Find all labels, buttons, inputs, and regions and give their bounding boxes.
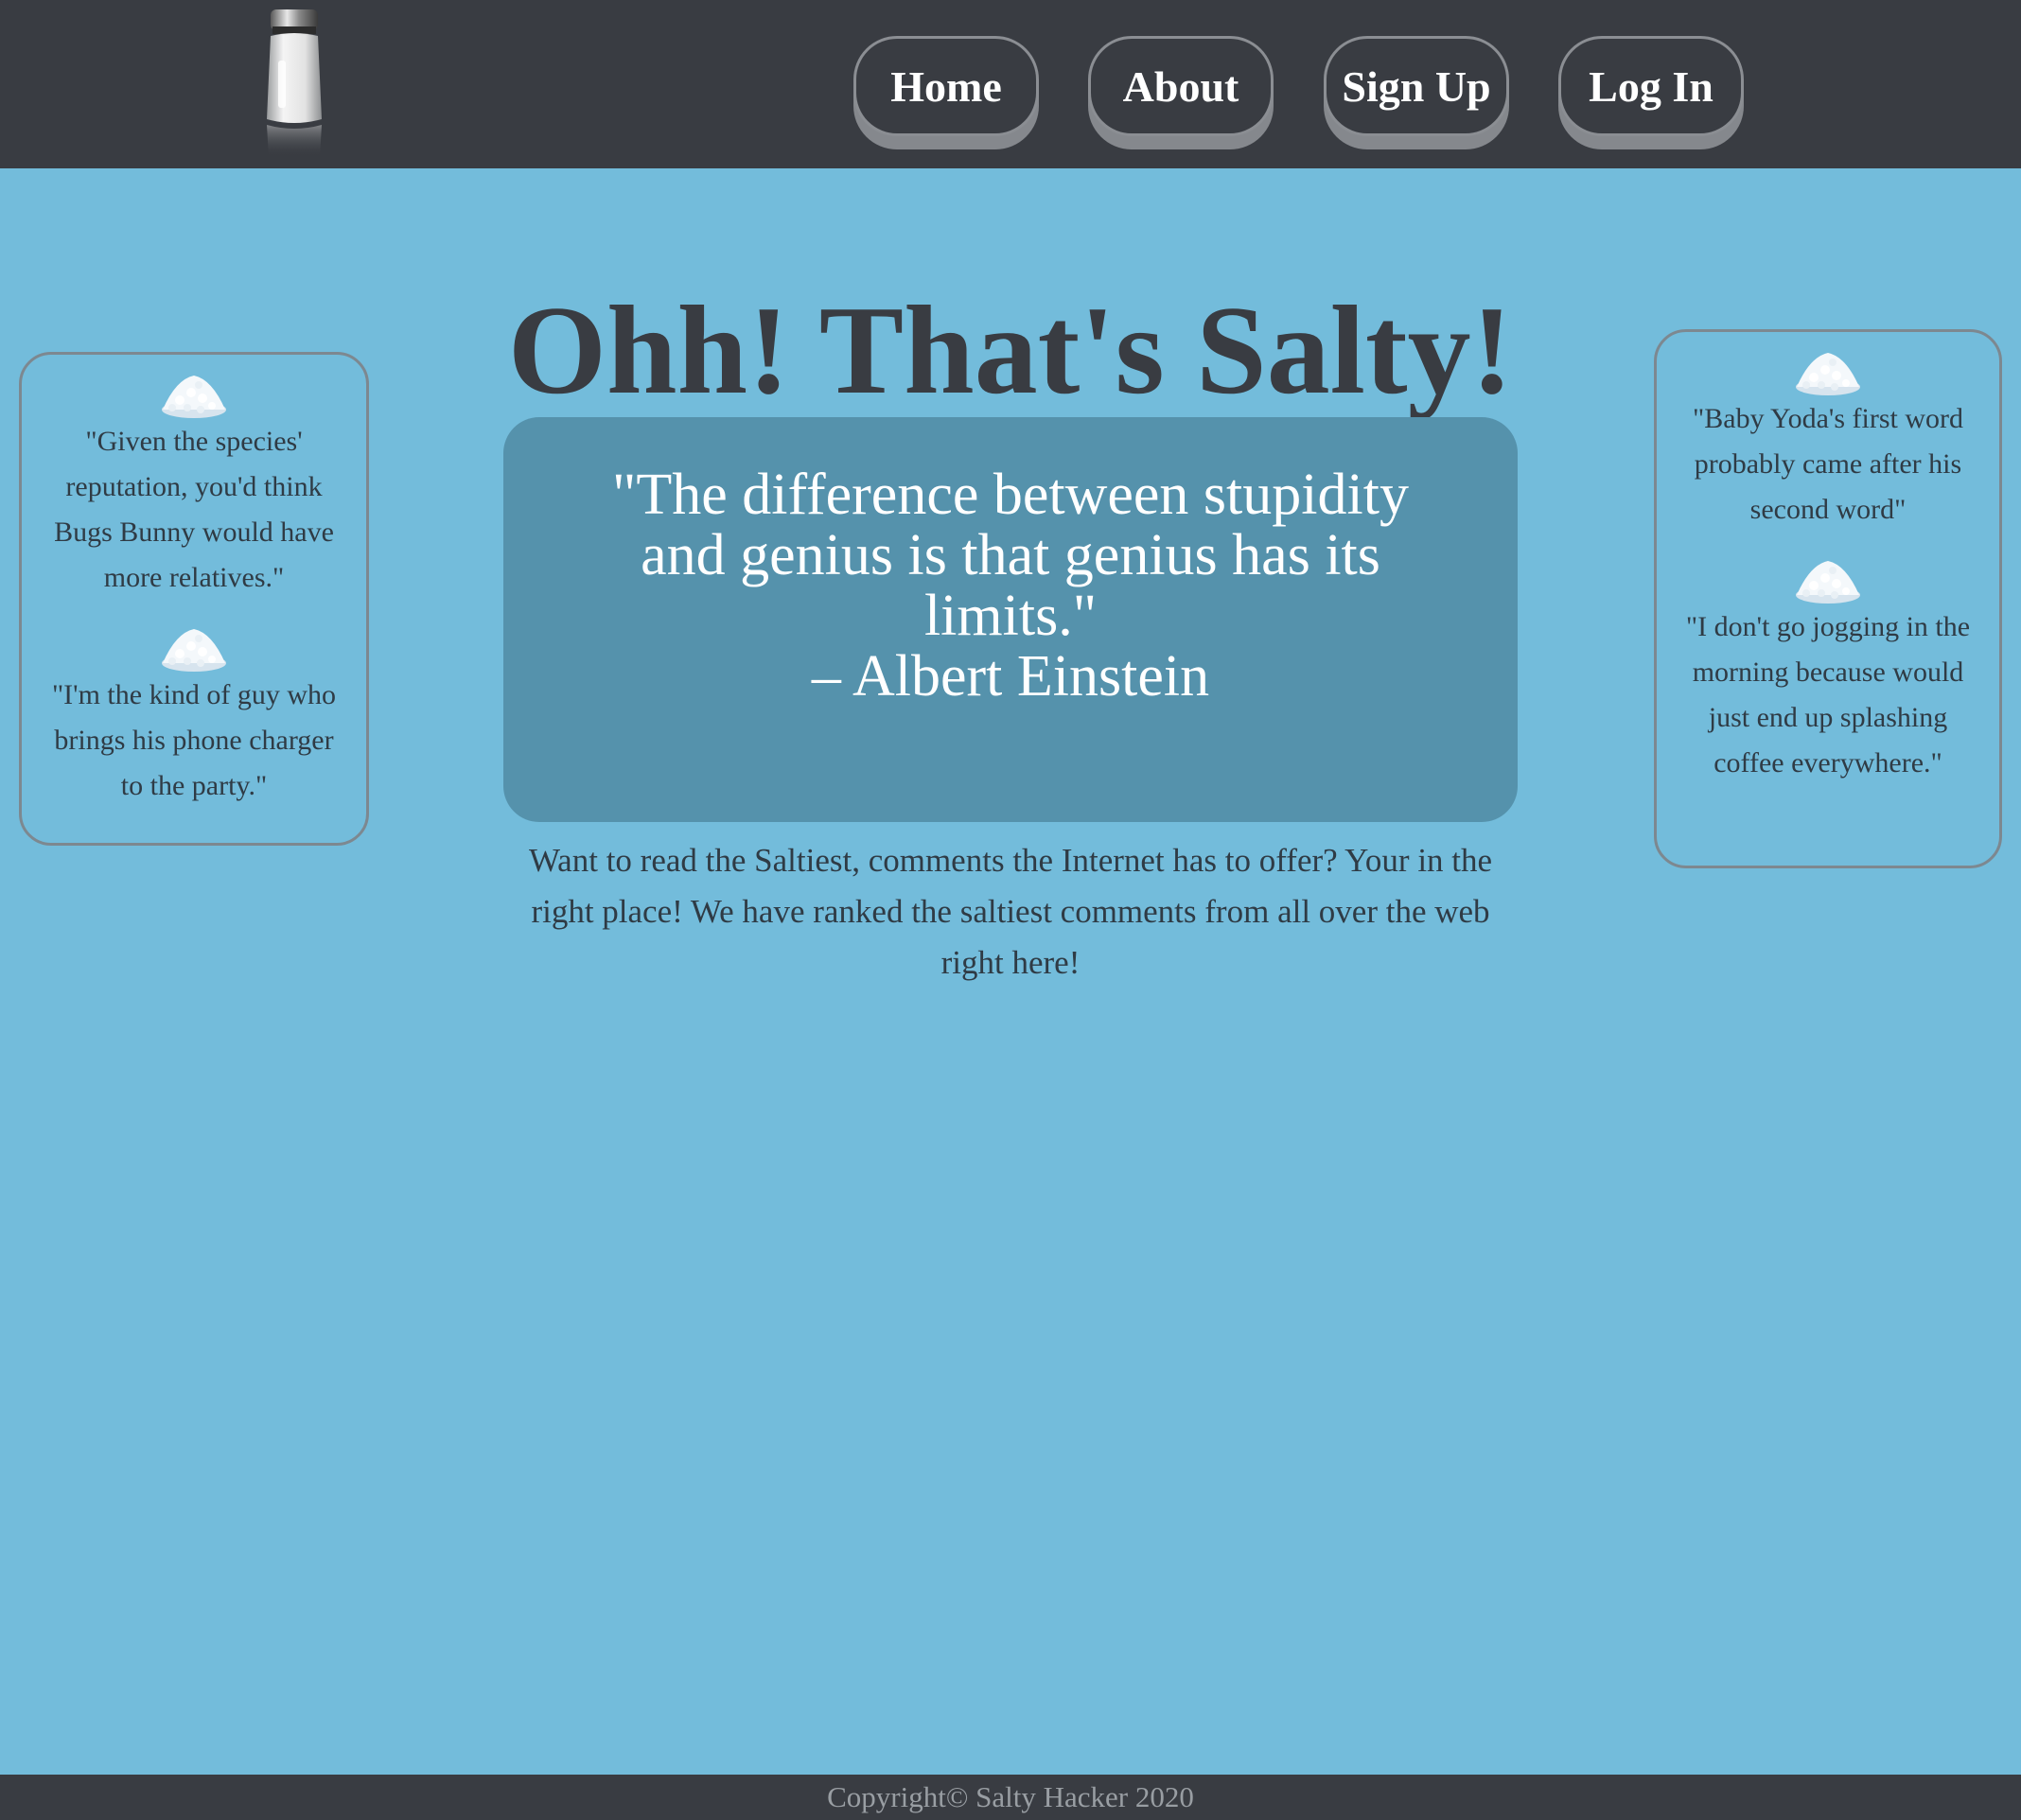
left-quote-card: "Given the species' reputation, you'd th… [19,352,369,846]
featured-quote-text: "The difference between stupidity and ge… [612,463,1409,648]
footer-copyright: Copyright© Salty Hacker 2020 [0,1775,2021,1820]
salt-pile-icon [162,376,226,418]
nav-home-button[interactable]: Home [853,36,1039,136]
right-quote-1: "Baby Yoda's first word probably came af… [1693,403,1963,525]
salt-pile-icon [162,629,226,672]
intro-text: Want to read the Saltiest, comments the … [528,842,1493,981]
top-nav-bar: Home About Sign Up Log In [0,0,2021,168]
nav-login-button[interactable]: Log In [1558,36,1744,136]
nav-about-button[interactable]: About [1088,36,1274,136]
left-quote-1: "Given the species' reputation, you'd th… [54,426,334,593]
nav-signup-button[interactable]: Sign Up [1324,36,1509,136]
featured-quote-box: "The difference between stupidity and ge… [503,417,1518,822]
left-quote-2: "I'm the kind of guy who brings his phon… [51,679,337,801]
right-quote-card: "Baby Yoda's first word probably came af… [1654,329,2002,868]
salt-shaker-icon[interactable] [261,8,327,161]
salt-pile-icon [1796,561,1860,604]
featured-quote-author: – Albert Einstein [811,644,1210,709]
salt-pile-icon [1796,353,1860,395]
right-quote-2: "I don't go jogging in the morning becau… [1685,611,1971,779]
